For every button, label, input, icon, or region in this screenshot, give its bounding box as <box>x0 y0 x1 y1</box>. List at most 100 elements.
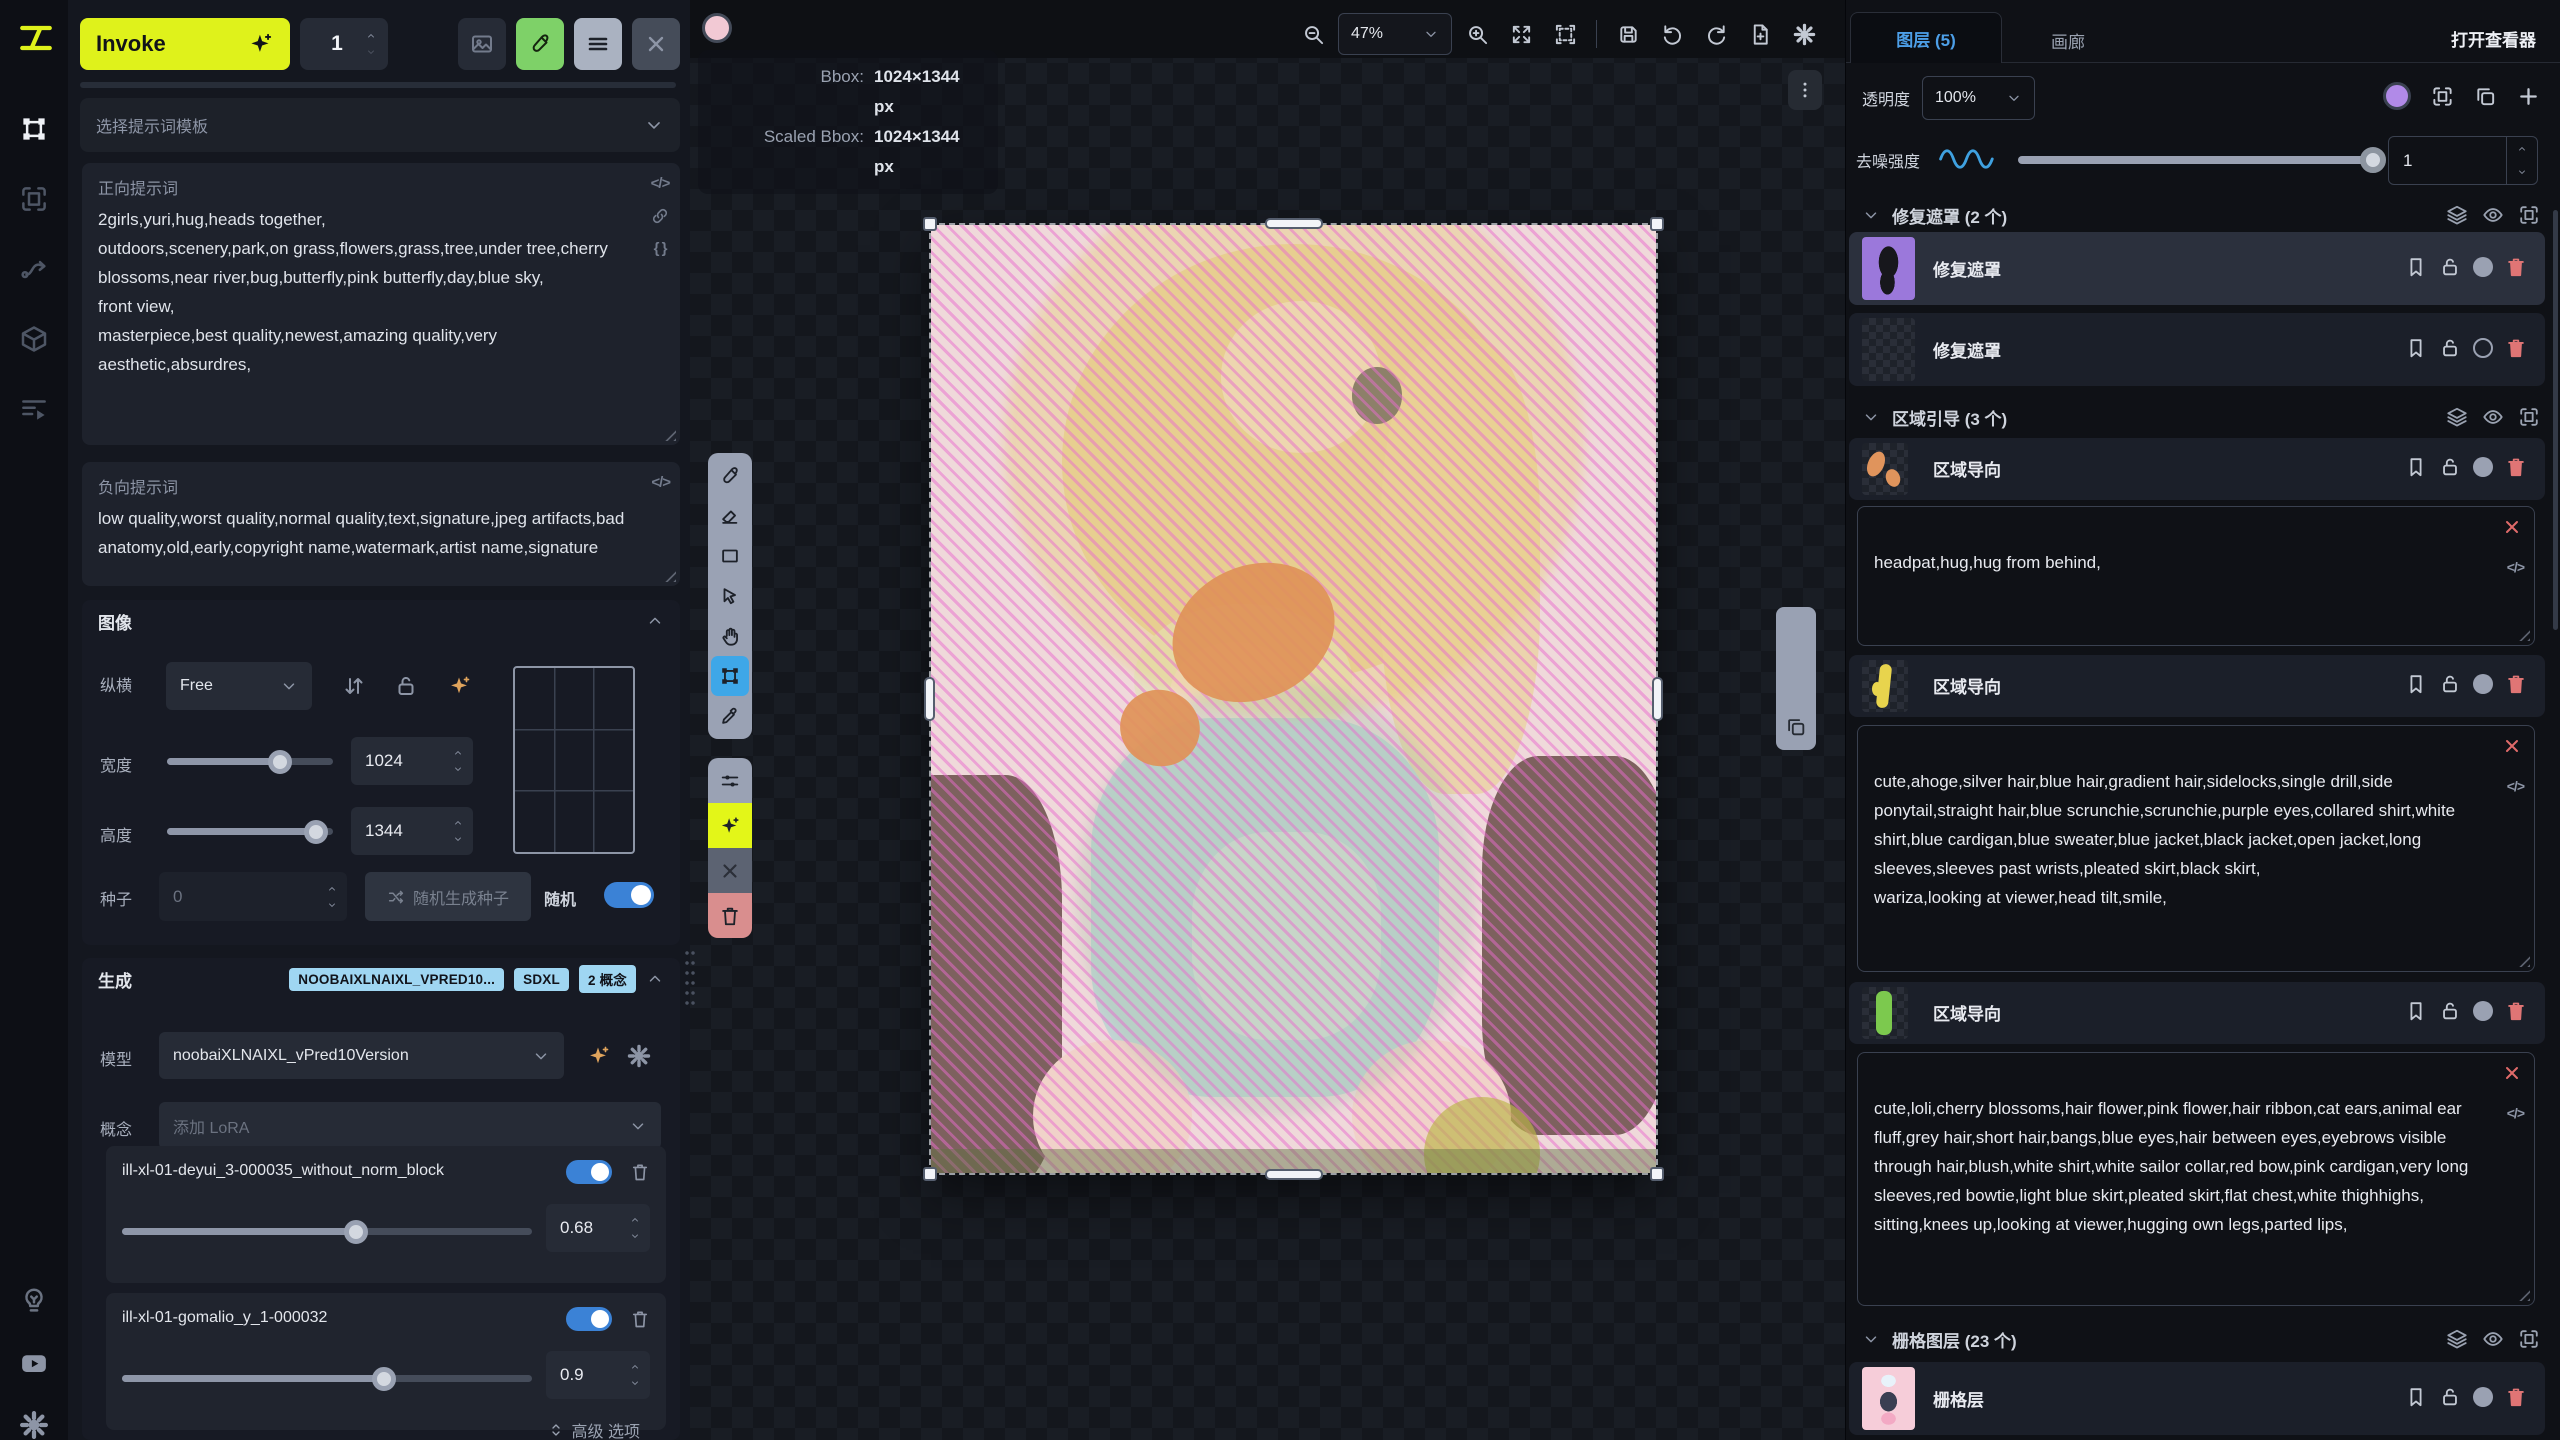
lock-icon[interactable] <box>2439 673 2461 695</box>
generation-bbox[interactable] <box>931 225 1656 1173</box>
invoke-region-button[interactable] <box>708 803 752 848</box>
queue-count-arrows[interactable] <box>364 31 378 57</box>
lock-aspect-icon[interactable] <box>394 674 418 698</box>
fit-to-view-button[interactable] <box>1502 15 1540 53</box>
bbox-handle-n[interactable] <box>1265 218 1323 229</box>
layers-icon[interactable] <box>2446 204 2468 226</box>
panel-scrollbar[interactable] <box>2553 210 2558 630</box>
lora-weight-knob[interactable] <box>344 1220 368 1244</box>
fit-bbox-button[interactable] <box>1546 15 1584 53</box>
aspect-select[interactable]: Free <box>166 662 312 710</box>
rail-tab-queue[interactable] <box>17 392 51 426</box>
trash-icon[interactable] <box>630 1162 650 1182</box>
viewer-toggle-handle[interactable] <box>1776 607 1816 750</box>
trash-icon[interactable] <box>2505 456 2527 478</box>
code-toggle-icon[interactable]: </> <box>651 474 670 491</box>
lora-weight-slider[interactable] <box>122 1375 532 1382</box>
resize-handle[interactable] <box>2514 625 2530 641</box>
cancel-queue-button[interactable] <box>632 18 680 70</box>
regional-guidance-row[interactable]: 区域导向 <box>1849 655 2545 717</box>
remove-prompt-icon[interactable] <box>2502 736 2522 756</box>
frame-icon[interactable] <box>2518 204 2540 226</box>
bbox-handle-sw[interactable] <box>923 1167 937 1181</box>
bookmark-icon[interactable] <box>2405 673 2427 695</box>
youtube-button[interactable] <box>17 1346 51 1380</box>
regional-guidance-row[interactable]: 区域导向 <box>1849 982 2545 1044</box>
denoise-slider[interactable] <box>2018 156 2382 164</box>
trash-icon[interactable] <box>2505 337 2527 359</box>
lock-icon[interactable] <box>2439 456 2461 478</box>
new-session-button[interactable] <box>1741 15 1779 53</box>
link-icon[interactable] <box>650 206 670 226</box>
random-seed-button[interactable]: 随机生成种子 <box>365 872 531 921</box>
panel-resize-gripper[interactable] <box>684 948 696 1008</box>
cancel-region-button[interactable] <box>708 848 752 893</box>
braces-icon[interactable]: { } <box>654 240 667 257</box>
rect-tool[interactable] <box>711 536 749 576</box>
mask-fill-indicator[interactable] <box>2473 257 2493 277</box>
delete-layer-button[interactable] <box>708 893 752 938</box>
pan-tool[interactable] <box>711 616 749 656</box>
trash-icon[interactable] <box>630 1309 650 1329</box>
bookmark-icon[interactable] <box>2405 456 2427 478</box>
lock-icon[interactable] <box>2439 256 2461 278</box>
code-toggle-icon[interactable]: </> <box>2507 772 2524 801</box>
bookmark-icon[interactable] <box>2405 1000 2427 1022</box>
rail-tab-upscaling[interactable] <box>17 182 51 216</box>
lock-icon[interactable] <box>2439 1386 2461 1408</box>
whats-new-button[interactable] <box>17 1284 51 1318</box>
zoom-level-select[interactable]: 47% <box>1338 13 1452 55</box>
model-select[interactable]: noobaiXLNAIXL_vPred10Version <box>159 1032 564 1079</box>
eye-icon[interactable] <box>2482 1328 2504 1350</box>
lora-enabled-toggle[interactable] <box>566 1307 612 1331</box>
code-toggle-icon[interactable]: </> <box>2507 553 2524 582</box>
frame-icon[interactable] <box>2518 406 2540 428</box>
brush-tool[interactable] <box>711 456 749 496</box>
lora-enabled-toggle[interactable] <box>566 1160 612 1184</box>
width-slider[interactable] <box>167 758 333 765</box>
resize-handle[interactable] <box>2514 951 2530 967</box>
move-tool[interactable] <box>711 576 749 616</box>
layers-icon[interactable] <box>2446 406 2468 428</box>
width-input[interactable]: 1024 <box>351 737 473 785</box>
bbox-handle-nw[interactable] <box>923 217 937 231</box>
send-to-gallery-button[interactable] <box>458 18 506 70</box>
invoke-button[interactable]: Invoke <box>80 18 290 70</box>
random-seed-toggle[interactable] <box>604 882 654 908</box>
denoise-slider-knob[interactable] <box>2360 147 2386 173</box>
eye-icon[interactable] <box>2482 204 2504 226</box>
tab-layers[interactable]: 图层 (5) <box>1850 12 2002 63</box>
bbox-handle-ne[interactable] <box>1650 217 1664 231</box>
negative-prompt-input[interactable]: low quality,worst quality,normal quality… <box>98 504 636 562</box>
merge-layers-icon[interactable] <box>2474 85 2497 108</box>
send-to-canvas-button[interactable] <box>516 18 564 70</box>
undo-button[interactable] <box>1653 15 1691 53</box>
regional-prompt-input[interactable]: headpat,hug,hug from behind, </> <box>1857 506 2535 646</box>
zoom-out-button[interactable] <box>1294 15 1332 53</box>
raster-section-header[interactable]: 栅格图层 (23 个) <box>1846 1322 2560 1356</box>
opacity-select[interactable]: 100% <box>1922 76 2035 120</box>
bbox-tool[interactable] <box>711 656 749 696</box>
add-layer-icon[interactable] <box>2517 85 2540 108</box>
lora-weight-input[interactable]: 0.68 <box>546 1204 650 1252</box>
eye-icon[interactable] <box>2482 406 2504 428</box>
lock-icon[interactable] <box>2439 1000 2461 1022</box>
layers-icon[interactable] <box>2446 1328 2468 1350</box>
lora-weight-knob[interactable] <box>372 1367 396 1391</box>
lora-weight-input[interactable]: 0.9 <box>546 1351 650 1399</box>
tab-gallery[interactable]: 画廊 <box>2051 28 2085 53</box>
mask-fill-indicator[interactable] <box>2473 1387 2493 1407</box>
add-lora-select[interactable]: 添加 LoRA <box>159 1102 661 1149</box>
height-slider[interactable] <box>167 828 333 835</box>
generation-section-header[interactable]: 生成 NOOBAIXLNAIXL_VPRED10... SDXL 2 概念 <box>82 958 680 1000</box>
canvas-menu-button[interactable] <box>1788 70 1822 110</box>
settings-button[interactable] <box>17 1408 51 1440</box>
denoise-input[interactable]: 1 <box>2388 136 2538 185</box>
regional-guidance-row[interactable]: 区域导向 <box>1849 438 2545 500</box>
filter-layer-button[interactable] <box>708 758 752 803</box>
queue-count-stepper[interactable]: 1 <box>300 18 388 70</box>
resize-handle[interactable] <box>660 425 676 441</box>
bookmark-icon[interactable] <box>2405 256 2427 278</box>
brush-color-swatch[interactable] <box>702 13 732 43</box>
zoom-in-button[interactable] <box>1458 15 1496 53</box>
